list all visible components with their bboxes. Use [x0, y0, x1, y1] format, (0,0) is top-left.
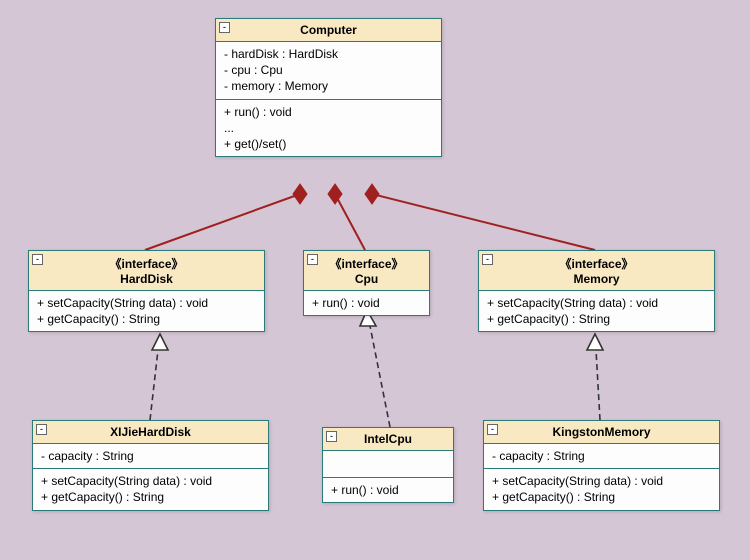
- interface-cpu[interactable]: - 《interface》 Cpu + run() : void: [303, 250, 430, 316]
- composition-harddisk: [145, 184, 307, 250]
- op-row: + run() : void: [331, 482, 445, 498]
- op-row: + setCapacity(String data) : void: [492, 473, 711, 489]
- class-kingston-memory[interactable]: - KingstonMemory - capacity : String + s…: [483, 420, 720, 511]
- attr-row: - cpu : Cpu: [224, 62, 433, 78]
- class-header: - IntelCpu: [323, 428, 453, 451]
- operations-section: + setCapacity(String data) : void + getC…: [29, 291, 264, 331]
- op-row: + setCapacity(String data) : void: [41, 473, 260, 489]
- interface-memory[interactable]: - 《interface》 Memory + setCapacity(Strin…: [478, 250, 715, 332]
- class-name: XIJieHardDisk: [110, 425, 191, 439]
- operations-section: + run() : void ... + get()/set(): [216, 100, 441, 157]
- realization-xijie: [150, 334, 168, 420]
- operations-section: + setCapacity(String data) : void + getC…: [484, 469, 719, 509]
- operations-section: + run() : void: [304, 291, 429, 315]
- stereotype-label: 《interface》: [485, 255, 708, 272]
- op-row: + setCapacity(String data) : void: [487, 295, 706, 311]
- op-row: ...: [224, 120, 433, 136]
- class-name: Memory: [573, 272, 619, 286]
- collapse-icon[interactable]: -: [326, 431, 337, 442]
- attributes-section: - capacity : String: [484, 444, 719, 469]
- collapse-icon[interactable]: -: [482, 254, 493, 265]
- attributes-section: - capacity : String: [33, 444, 268, 469]
- class-header: - KingstonMemory: [484, 421, 719, 444]
- stereotype-label: 《interface》: [310, 255, 423, 272]
- class-xijie-harddisk[interactable]: - XIJieHardDisk - capacity : String + se…: [32, 420, 269, 511]
- class-header: - Computer: [216, 19, 441, 42]
- class-computer[interactable]: - Computer - hardDisk : HardDisk - cpu :…: [215, 18, 442, 157]
- op-row: + getCapacity() : String: [492, 489, 711, 505]
- op-row: + run() : void: [312, 295, 421, 311]
- class-header: - 《interface》 Memory: [479, 251, 714, 291]
- attributes-section: [323, 451, 453, 478]
- interface-harddisk[interactable]: - 《interface》 HardDisk + setCapacity(Str…: [28, 250, 265, 332]
- class-header: - XIJieHardDisk: [33, 421, 268, 444]
- collapse-icon[interactable]: -: [307, 254, 318, 265]
- realization-kingston: [587, 334, 603, 420]
- collapse-icon[interactable]: -: [487, 424, 498, 435]
- stereotype-label: 《interface》: [35, 255, 258, 272]
- composition-memory: [365, 184, 595, 250]
- collapse-icon[interactable]: -: [219, 22, 230, 33]
- class-name: HardDisk: [120, 272, 173, 286]
- composition-cpu: [328, 184, 365, 250]
- attr-row: - capacity : String: [41, 448, 260, 464]
- operations-section: + setCapacity(String data) : void + getC…: [479, 291, 714, 331]
- op-row: + getCapacity() : String: [37, 311, 256, 327]
- class-name: KingstonMemory: [552, 425, 650, 439]
- class-name: Computer: [300, 23, 357, 37]
- op-row: + setCapacity(String data) : void: [37, 295, 256, 311]
- attr-row: - capacity : String: [492, 448, 711, 464]
- operations-section: + setCapacity(String data) : void + getC…: [33, 469, 268, 509]
- class-header: - 《interface》 Cpu: [304, 251, 429, 291]
- class-name: IntelCpu: [364, 432, 412, 446]
- collapse-icon[interactable]: -: [36, 424, 47, 435]
- op-row: + getCapacity() : String: [487, 311, 706, 327]
- op-row: + getCapacity() : String: [41, 489, 260, 505]
- class-header: - 《interface》 HardDisk: [29, 251, 264, 291]
- attributes-section: - hardDisk : HardDisk - cpu : Cpu - memo…: [216, 42, 441, 100]
- attr-row: - hardDisk : HardDisk: [224, 46, 433, 62]
- attr-row: - memory : Memory: [224, 78, 433, 94]
- realization-intel: [360, 310, 390, 427]
- operations-section: + run() : void: [323, 478, 453, 502]
- collapse-icon[interactable]: -: [32, 254, 43, 265]
- op-row: + run() : void: [224, 104, 433, 120]
- class-name: Cpu: [355, 272, 378, 286]
- op-row: + get()/set(): [224, 136, 433, 152]
- class-intel-cpu[interactable]: - IntelCpu + run() : void: [322, 427, 454, 503]
